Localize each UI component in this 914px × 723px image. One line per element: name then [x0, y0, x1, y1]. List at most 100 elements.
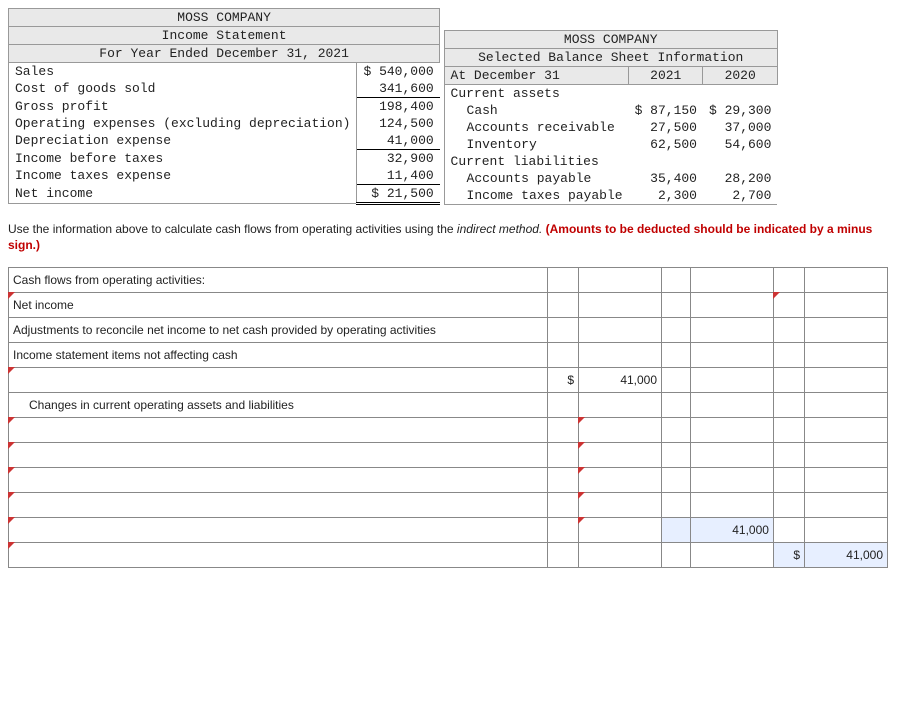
- ws-cell[interactable]: [805, 443, 888, 468]
- instructions: Use the information above to calculate c…: [8, 222, 906, 253]
- ws-cell[interactable]: [579, 493, 662, 518]
- ws-subtotal1: 41,000: [691, 518, 774, 543]
- bs-inv-2020: 54,600: [703, 136, 777, 153]
- ws-cell[interactable]: [579, 318, 662, 343]
- ws-input-item[interactable]: [9, 368, 548, 393]
- ws-cell[interactable]: [548, 268, 579, 293]
- ws-cell[interactable]: [662, 468, 691, 493]
- bs-itp-2021: 2,300: [629, 187, 703, 205]
- ws-cell[interactable]: [691, 443, 774, 468]
- bs-current-liab-label: Current liabilities: [444, 153, 629, 170]
- ws-cell[interactable]: [548, 318, 579, 343]
- ws-cell[interactable]: [773, 293, 804, 318]
- ws-cell[interactable]: [579, 443, 662, 468]
- ws-cell[interactable]: [773, 418, 804, 443]
- ws-cell[interactable]: [773, 318, 804, 343]
- ws-cell[interactable]: [773, 268, 804, 293]
- ws-cell[interactable]: [773, 468, 804, 493]
- ws-cell[interactable]: [662, 368, 691, 393]
- is-row-gp-value: 198,400: [357, 98, 440, 116]
- bs-inv-2021: 62,500: [629, 136, 703, 153]
- ws-cell[interactable]: [548, 393, 579, 418]
- ws-cell[interactable]: [805, 343, 888, 368]
- ws-input-item[interactable]: [9, 443, 548, 468]
- ws-cell[interactable]: [773, 343, 804, 368]
- ws-dep-val[interactable]: 41,000: [579, 368, 662, 393]
- ws-cell[interactable]: [662, 543, 691, 568]
- ws-row-netincome[interactable]: Net income: [9, 293, 548, 318]
- ws-cell[interactable]: [662, 318, 691, 343]
- ws-cell[interactable]: [548, 343, 579, 368]
- ws-cell[interactable]: [691, 543, 774, 568]
- ws-row-changes: Changes in current operating assets and …: [9, 393, 548, 418]
- ws-input-item[interactable]: [9, 518, 548, 543]
- ws-cell[interactable]: [579, 543, 662, 568]
- ws-cell[interactable]: [773, 518, 804, 543]
- ws-cell[interactable]: [662, 443, 691, 468]
- is-row-ibt-label: Income before taxes: [9, 150, 357, 168]
- bs-ap-label: Accounts payable: [444, 170, 629, 187]
- ws-cell[interactable]: [579, 518, 662, 543]
- bs-current-assets-label: Current assets: [444, 85, 629, 103]
- ws-cell[interactable]: [691, 493, 774, 518]
- ws-cell[interactable]: [805, 293, 888, 318]
- ws-cell[interactable]: [662, 418, 691, 443]
- ws-cell[interactable]: [548, 493, 579, 518]
- bs-cash-2020: $ 29,300: [703, 102, 777, 119]
- ws-cell[interactable]: [805, 468, 888, 493]
- ws-cell[interactable]: [662, 293, 691, 318]
- ws-cell[interactable]: [805, 368, 888, 393]
- is-row-sales-value: $ 540,000: [357, 63, 440, 81]
- ws-cell[interactable]: [662, 343, 691, 368]
- ws-cell[interactable]: [773, 393, 804, 418]
- ws-cell[interactable]: [691, 293, 774, 318]
- ws-cell[interactable]: [548, 418, 579, 443]
- bs-col-2020: 2020: [703, 67, 777, 85]
- balance-sheet: MOSS COMPANY Selected Balance Sheet Info…: [444, 12, 778, 205]
- ws-cell[interactable]: [662, 393, 691, 418]
- ws-cell[interactable]: [691, 468, 774, 493]
- bs-inv-label: Inventory: [444, 136, 629, 153]
- ws-cell[interactable]: [691, 318, 774, 343]
- ws-cell[interactable]: [548, 518, 579, 543]
- is-row-tax-value: 11,400: [357, 167, 440, 185]
- ws-cell[interactable]: [548, 468, 579, 493]
- ws-input-item[interactable]: [9, 418, 548, 443]
- ws-cell[interactable]: [805, 418, 888, 443]
- ws-cell[interactable]: [579, 418, 662, 443]
- ws-cell[interactable]: [579, 268, 662, 293]
- ws-cell[interactable]: [691, 368, 774, 393]
- ws-cell[interactable]: [548, 293, 579, 318]
- ws-input-item[interactable]: [9, 543, 548, 568]
- ws-cell[interactable]: [579, 293, 662, 318]
- ws-cell[interactable]: [579, 393, 662, 418]
- ws-cell[interactable]: [691, 418, 774, 443]
- is-row-dep-label: Depreciation expense: [9, 132, 357, 150]
- ws-cell[interactable]: [662, 268, 691, 293]
- is-row-ibt-value: 32,900: [357, 150, 440, 168]
- ws-cell[interactable]: [805, 268, 888, 293]
- ws-cell[interactable]: [579, 468, 662, 493]
- bs-ar-2021: 27,500: [629, 119, 703, 136]
- ws-row-isitems: Income statement items not affecting cas…: [9, 343, 548, 368]
- ws-cell[interactable]: [691, 268, 774, 293]
- ws-input-item[interactable]: [9, 493, 548, 518]
- ws-cell[interactable]: [773, 493, 804, 518]
- ws-cell[interactable]: [773, 368, 804, 393]
- ws-cell[interactable]: [773, 443, 804, 468]
- ws-cell[interactable]: [579, 343, 662, 368]
- ws-cell[interactable]: [548, 543, 579, 568]
- bs-company: MOSS COMPANY: [444, 31, 777, 49]
- ws-cell[interactable]: [548, 443, 579, 468]
- ws-cell[interactable]: [662, 493, 691, 518]
- ws-cell[interactable]: [805, 318, 888, 343]
- ws-cell[interactable]: [691, 393, 774, 418]
- ws-cell[interactable]: [805, 393, 888, 418]
- ws-input-item[interactable]: [9, 468, 548, 493]
- bs-ap-2020: 28,200: [703, 170, 777, 187]
- bs-title: Selected Balance Sheet Information: [444, 49, 777, 67]
- ws-cell[interactable]: [805, 518, 888, 543]
- ws-cell[interactable]: [691, 343, 774, 368]
- bs-date-label: At December 31: [444, 67, 629, 85]
- ws-cell[interactable]: [805, 493, 888, 518]
